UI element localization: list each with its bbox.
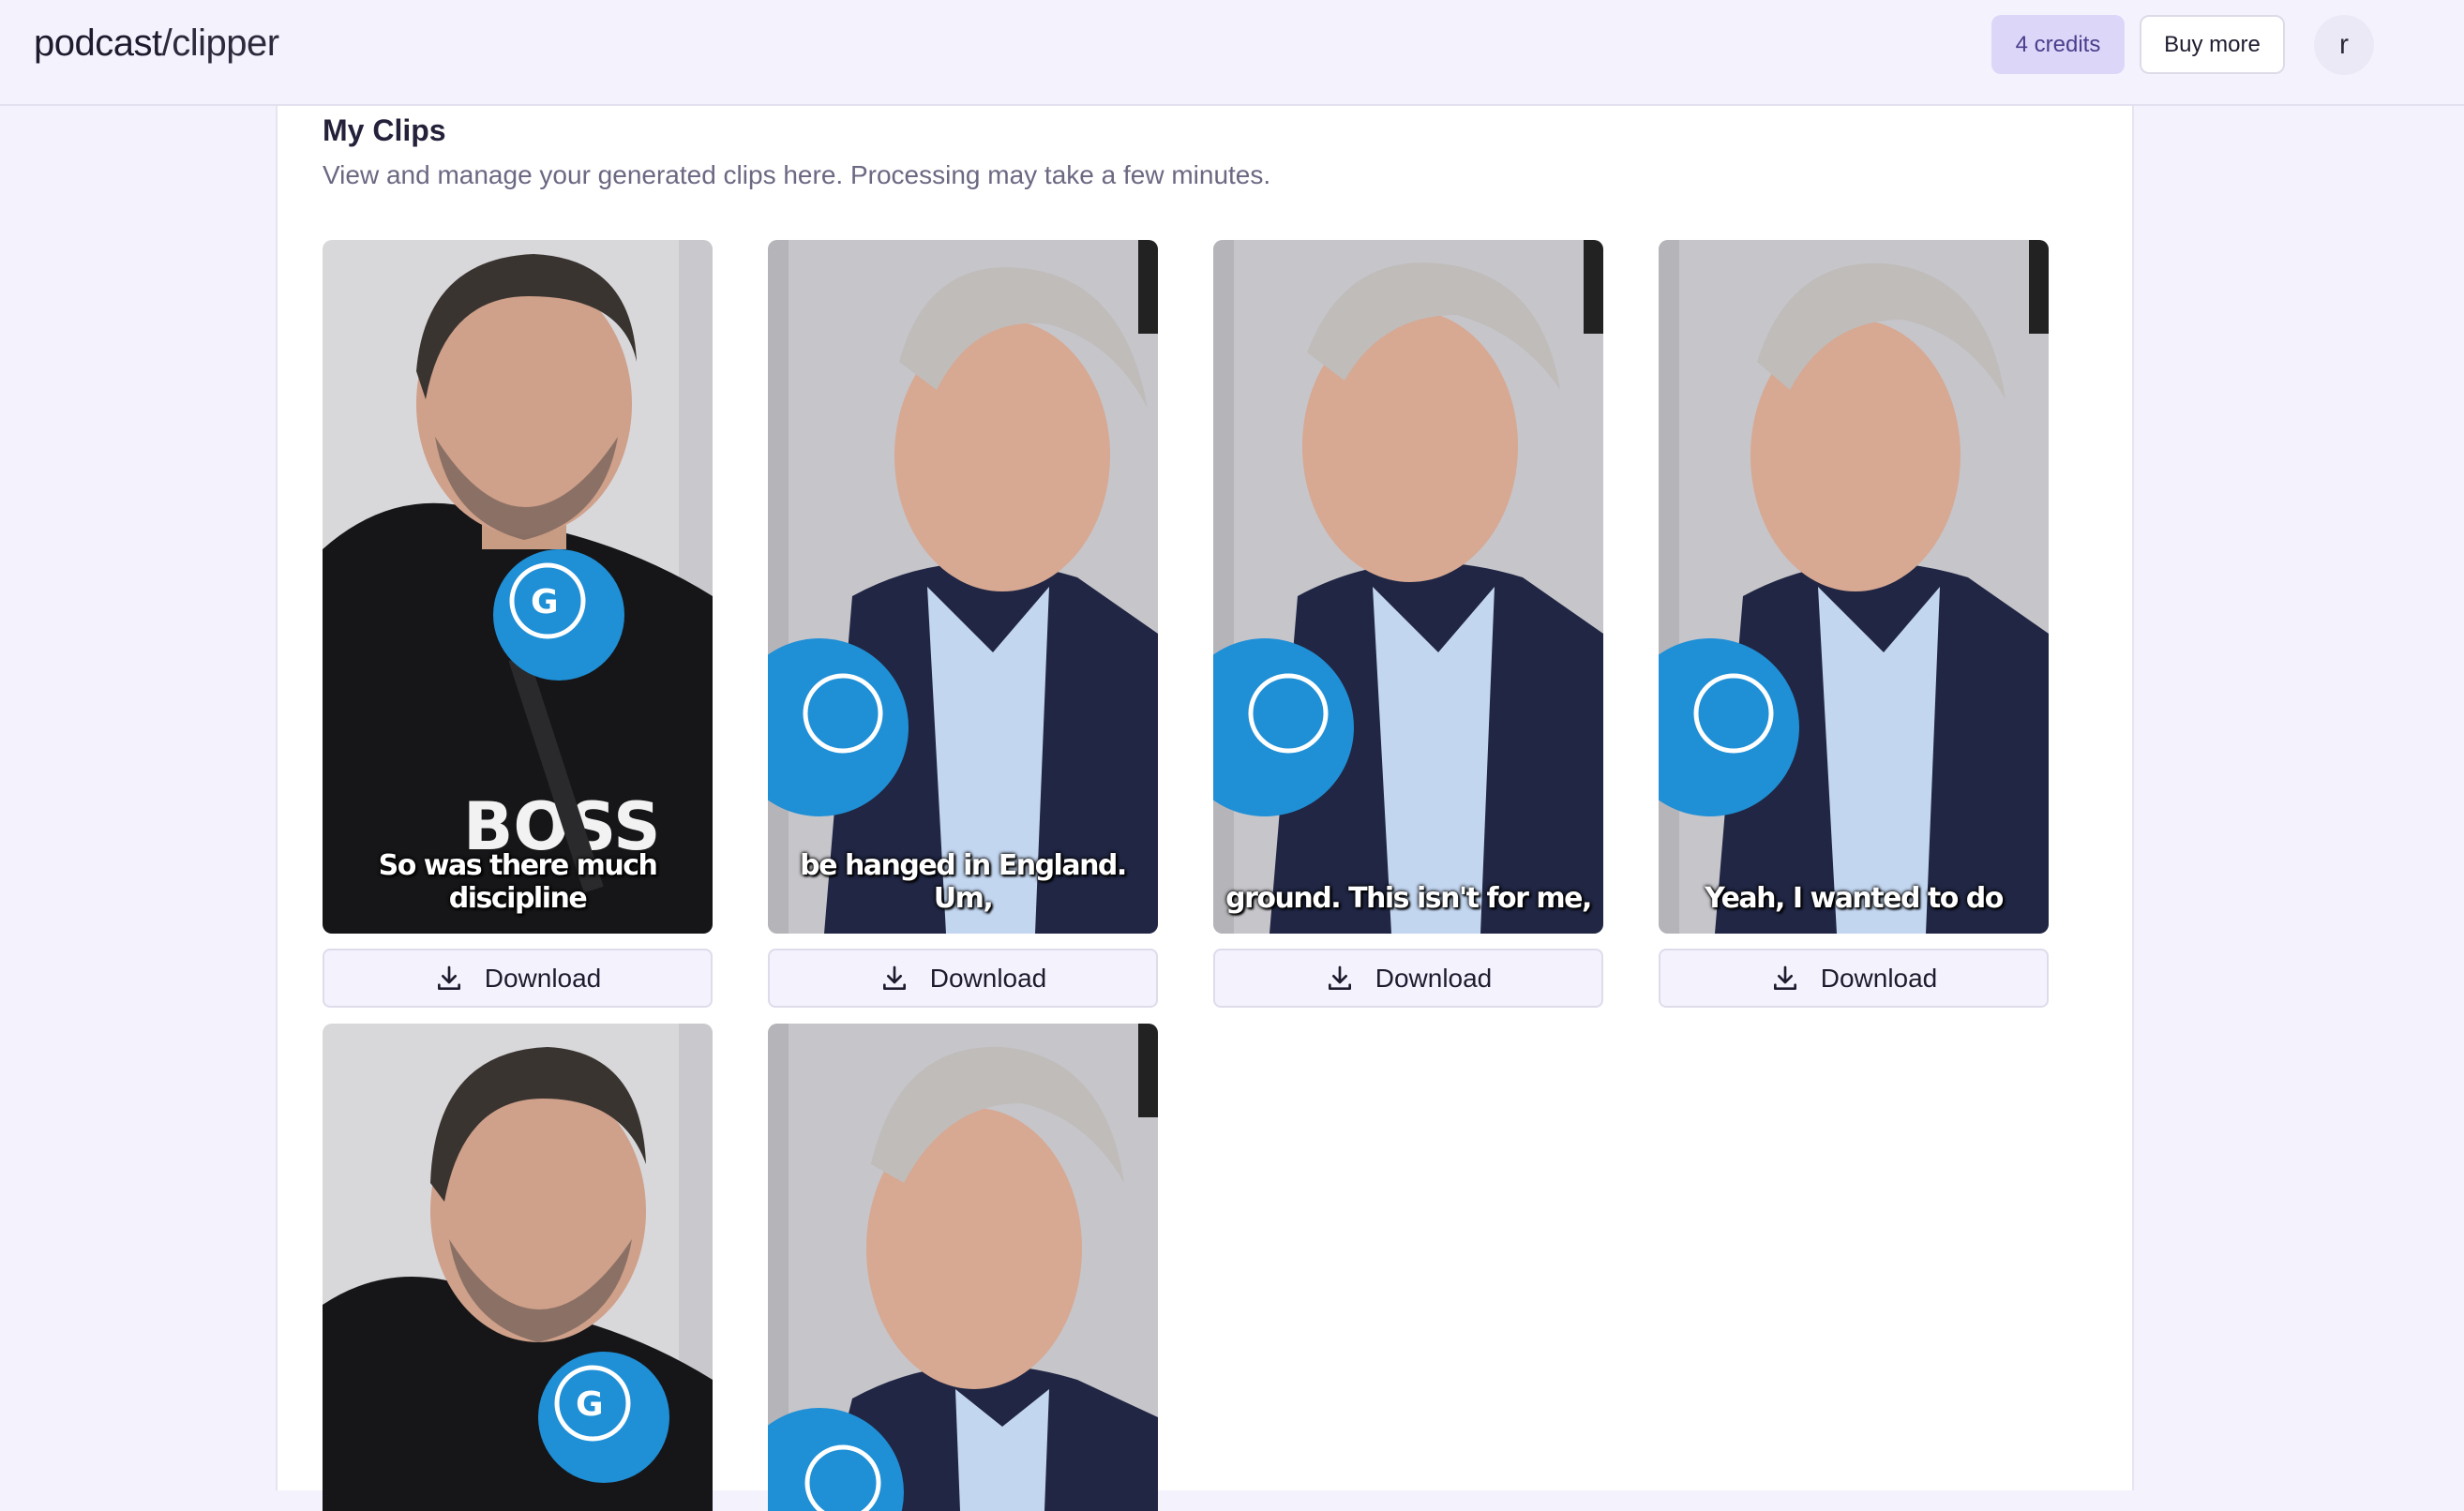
svg-text:G: G bbox=[531, 583, 559, 621]
clip-thumbnail[interactable]: Yeah, I wanted to do bbox=[1659, 240, 2049, 934]
download-icon bbox=[1328, 965, 1351, 990]
user-avatar[interactable]: r bbox=[2314, 15, 2374, 75]
clip-caption: Yeah, I wanted to do bbox=[1705, 882, 2004, 915]
guest-video-frame bbox=[768, 240, 1158, 934]
guest-video-frame bbox=[768, 1024, 1158, 1511]
download-label: Download bbox=[1375, 963, 1493, 993]
clip-thumbnail[interactable]: BOSS G So was there much discipline bbox=[323, 240, 713, 934]
clip-thumbnail[interactable]: G bbox=[323, 1024, 713, 1511]
download-icon bbox=[437, 965, 460, 990]
download-icon bbox=[882, 965, 906, 990]
svg-text:G: G bbox=[576, 1385, 604, 1424]
top-navigation-bar: podcast/clipper 4 credits Buy more r bbox=[0, 0, 2464, 106]
download-button[interactable]: Download bbox=[768, 949, 1158, 1008]
logo-text-podcast: podcast bbox=[34, 22, 162, 64]
clip-thumbnail[interactable]: ground. This isn't for me, bbox=[1213, 240, 1603, 934]
clip-caption: So was there much discipline bbox=[378, 849, 658, 915]
guest-video-frame bbox=[1659, 240, 2049, 934]
download-label: Download bbox=[484, 963, 602, 993]
download-label: Download bbox=[1820, 963, 1938, 993]
app-logo[interactable]: podcast/clipper bbox=[34, 22, 279, 65]
buy-more-button[interactable]: Buy more bbox=[2140, 15, 2285, 74]
download-icon bbox=[1773, 965, 1796, 990]
clip-thumbnail[interactable] bbox=[768, 1024, 1158, 1511]
clip-caption: ground. This isn't for me, bbox=[1225, 882, 1592, 915]
download-button[interactable]: Download bbox=[323, 949, 713, 1008]
clip-caption: be hanged in England. Um, bbox=[800, 849, 1127, 915]
clips-panel: My Clips View and manage your generated … bbox=[276, 106, 2134, 1511]
download-label: Download bbox=[929, 963, 1047, 993]
clip-thumbnail[interactable]: be hanged in England. Um, bbox=[768, 240, 1158, 934]
host-video-frame: BOSS G bbox=[323, 240, 713, 934]
download-button[interactable]: Download bbox=[1659, 949, 2049, 1008]
page-title: My Clips bbox=[323, 113, 446, 147]
host-video-frame: G bbox=[323, 1024, 713, 1511]
guest-video-frame bbox=[1213, 240, 1603, 934]
download-button[interactable]: Download bbox=[1213, 949, 1603, 1008]
page-subtitle: View and manage your generated clips her… bbox=[323, 160, 1271, 189]
credits-badge: 4 credits bbox=[1991, 15, 2125, 74]
logo-text-clipper: /clipper bbox=[161, 22, 279, 64]
